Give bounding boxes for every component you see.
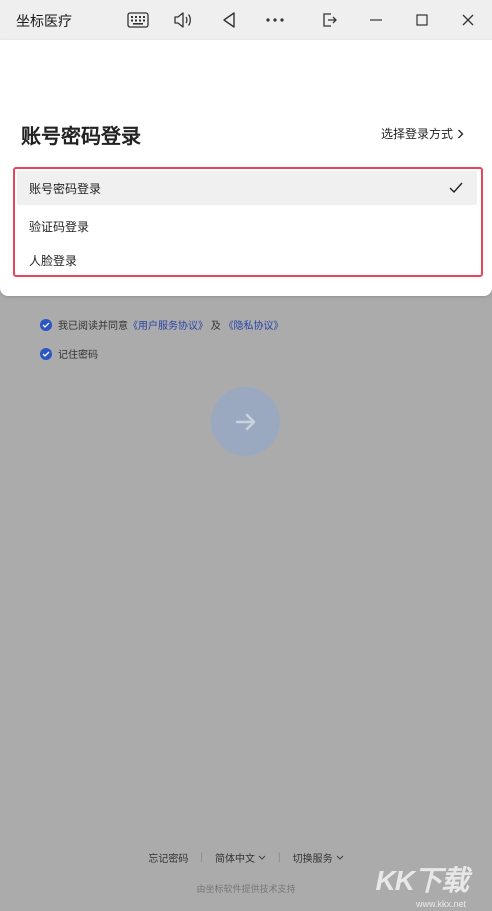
cast-icon[interactable] xyxy=(318,8,342,32)
page-title: 账号密码登录 xyxy=(21,126,141,148)
chevron-down-icon xyxy=(336,855,343,860)
switch-service-dropdown[interactable]: 切换服务 xyxy=(293,850,344,865)
language-label: 简体中文 xyxy=(215,854,255,865)
speaker-icon[interactable] xyxy=(171,8,195,32)
agreement-row: 我已阅读并同意《用户服务协议》 及 《隐私协议》 xyxy=(40,317,284,332)
login-method-panel: 账号密码登录 选择登录方式 账号密码登录 验证码登录 人脸登录 xyxy=(0,40,492,296)
agreement-checkbox[interactable] xyxy=(40,318,52,331)
watermark-logo: KK下载 xyxy=(375,865,469,896)
login-submit-button[interactable] xyxy=(211,387,280,456)
menu-item-label: 账号密码登录 xyxy=(29,181,102,196)
remember-checkbox[interactable] xyxy=(40,347,52,360)
window-title: 坐标医疗 xyxy=(16,13,72,29)
remember-label: 记住密码 xyxy=(58,350,98,361)
checkmark-icon xyxy=(449,182,463,194)
arrow-right-icon xyxy=(235,413,255,430)
select-login-method-label: 选择登录方式 xyxy=(380,127,453,141)
close-icon[interactable] xyxy=(456,8,480,32)
agreement-prefix: 我已阅读并同意 xyxy=(58,321,128,332)
menu-item-face-login[interactable]: 人脸登录 xyxy=(17,247,477,273)
language-dropdown[interactable]: 简体中文 xyxy=(215,850,266,865)
user-agreement-link[interactable]: 《用户服务协议》 xyxy=(128,321,208,332)
chevron-right-icon xyxy=(458,129,464,138)
watermark-url: www.kkx.net xyxy=(415,899,466,909)
menu-item-password-login[interactable]: 账号密码登录 xyxy=(17,171,477,205)
divider: | xyxy=(200,852,203,863)
more-icon[interactable] xyxy=(263,8,287,32)
agreement-conjunction: 及 xyxy=(210,321,221,332)
select-login-method-button[interactable]: 选择登录方式 xyxy=(381,125,464,142)
title-bar: 坐标医疗 xyxy=(0,0,492,40)
privacy-policy-link[interactable]: 《隐私协议》 xyxy=(224,321,284,332)
chevron-down-icon xyxy=(258,855,266,860)
switch-service-label: 切换服务 xyxy=(292,854,333,865)
remember-row: 记住密码 xyxy=(40,346,98,361)
back-icon[interactable] xyxy=(217,8,241,32)
minimize-icon[interactable] xyxy=(364,8,388,32)
forgot-password-link[interactable]: 忘记密码 xyxy=(148,850,188,865)
menu-item-label: 人脸登录 xyxy=(29,253,78,268)
menu-item-code-login[interactable]: 验证码登录 xyxy=(17,209,477,243)
divider: | xyxy=(278,852,281,863)
keyboard-icon[interactable] xyxy=(126,8,150,32)
login-method-menu: 账号密码登录 验证码登录 人脸登录 xyxy=(13,167,483,277)
maximize-icon[interactable] xyxy=(410,8,434,32)
menu-item-label: 验证码登录 xyxy=(29,219,90,234)
